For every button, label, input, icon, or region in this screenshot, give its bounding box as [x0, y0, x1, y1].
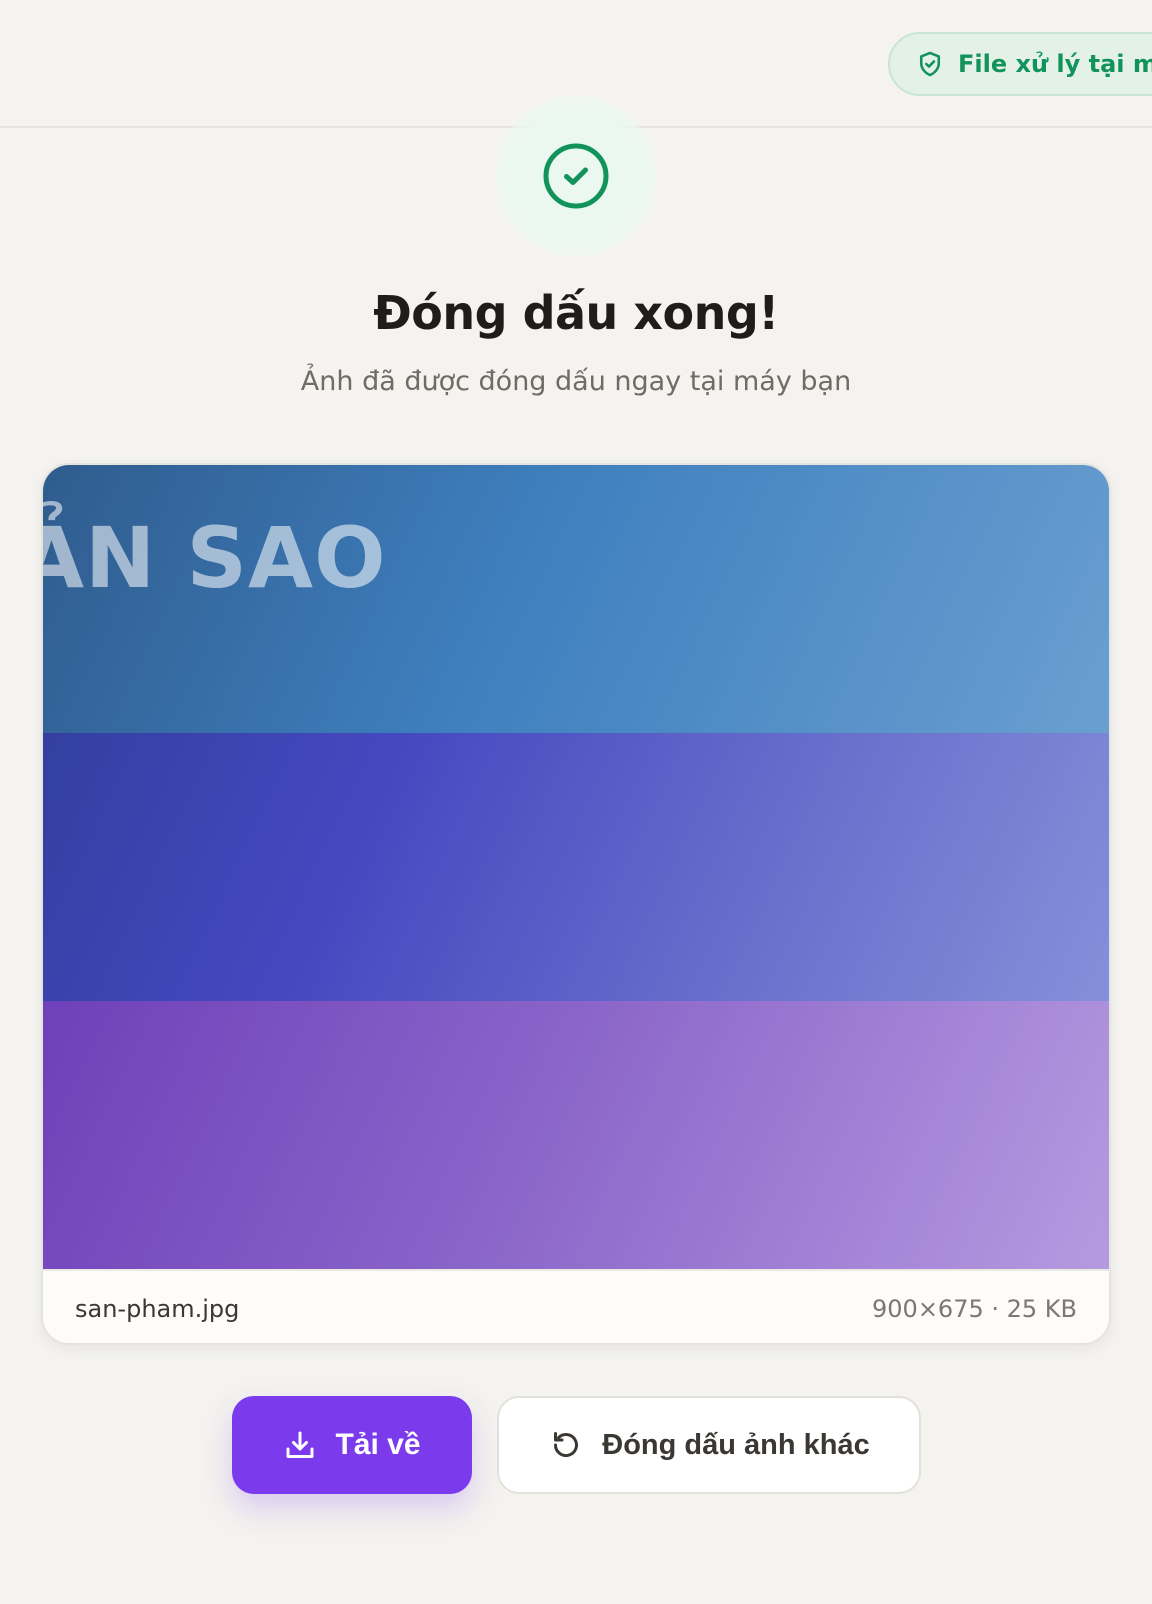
privacy-badge: File xử lý tại máy [888, 32, 1152, 96]
page-title: Đóng dấu xong! [373, 286, 779, 340]
watermark-another-button[interactable]: Đóng dấu ảnh khác [497, 1396, 921, 1494]
check-circle-icon [543, 143, 609, 209]
watermarked-image: ẢN SAO [43, 465, 1109, 1269]
watermark-text: ẢN SAO [43, 509, 387, 607]
download-icon [286, 1431, 314, 1458]
shield-check-icon [919, 51, 941, 77]
download-button[interactable]: Tải về [232, 1396, 472, 1494]
image-band-middle [43, 733, 1109, 1001]
file-name: san-pham.jpg [75, 1295, 240, 1323]
rotate-ccw-icon [554, 1432, 579, 1458]
file-info: 900×675 · 25 KB [872, 1295, 1077, 1323]
success-indicator [496, 96, 656, 256]
privacy-badge-label: File xử lý tại máy [958, 50, 1152, 78]
download-button-label: Tải về [335, 1428, 421, 1461]
page-subtitle: Ảnh đã được đóng dấu ngay tại máy bạn [300, 366, 852, 397]
image-preview-card: ẢN SAO san-pham.jpg 900×675 · 25 KB [41, 463, 1111, 1345]
image-band-bottom [43, 1001, 1109, 1269]
watermark-another-label: Đóng dấu ảnh khác [602, 1428, 870, 1461]
file-meta: san-pham.jpg 900×675 · 25 KB [43, 1269, 1109, 1343]
